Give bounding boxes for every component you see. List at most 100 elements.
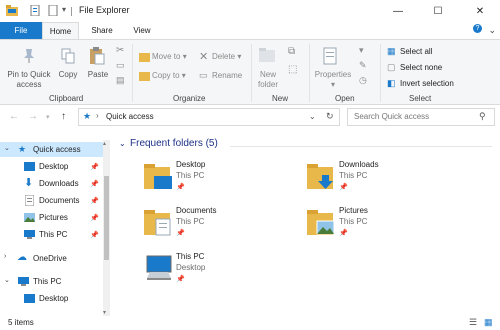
minimize-button[interactable]: — xyxy=(384,0,412,22)
tab-file[interactable]: File xyxy=(0,22,42,39)
new-folder-quick-icon[interactable] xyxy=(47,5,59,16)
properties-button[interactable]: Properties ▾ xyxy=(312,70,354,90)
nav-item-label: Desktop xyxy=(39,162,69,171)
nav-item-this-pc[interactable]: ⌄ This PC xyxy=(0,274,104,289)
copy-button[interactable]: Copy xyxy=(55,70,81,80)
back-arrow-icon[interactable]: ← xyxy=(9,111,19,122)
folder-location: This PC xyxy=(339,171,368,180)
folder-icon xyxy=(144,164,172,189)
nav-item-this-pc-pinned[interactable]: This PC 📌 xyxy=(0,227,104,242)
maximize-icon: ☐ xyxy=(433,5,443,17)
move-to-icon xyxy=(139,53,150,62)
address-dropdown-icon[interactable]: ⌄ xyxy=(309,112,316,121)
pictures-icon xyxy=(24,213,35,222)
pin-icon: 📌 xyxy=(176,230,185,237)
nav-item-label: Pictures xyxy=(39,213,68,222)
breadcrumb-chevron-icon[interactable]: › xyxy=(96,111,99,120)
nav-item-label: This PC xyxy=(33,277,62,286)
pin-icon: 📌 xyxy=(176,184,185,191)
nav-item-documents[interactable]: Documents 📌 xyxy=(0,193,104,208)
expand-chevron-icon[interactable]: › xyxy=(4,253,6,260)
tab-view[interactable]: View xyxy=(124,22,160,39)
section-collapse-icon[interactable]: ⌄ xyxy=(119,139,126,148)
download-arrow-icon: ⬇ xyxy=(24,177,34,189)
scroll-thumb[interactable] xyxy=(104,176,109,260)
rename-icon: ▭ xyxy=(199,70,208,80)
edit-icon[interactable]: ✎ xyxy=(359,60,367,71)
pin-icon: 📌 xyxy=(339,184,348,191)
copy-to-label: Copy to xyxy=(152,71,180,80)
up-arrow-icon[interactable]: ↑ xyxy=(61,111,66,122)
large-icons-view-icon[interactable]: ▦ xyxy=(484,317,493,328)
copy-path-icon[interactable]: ▭ xyxy=(116,60,125,71)
expand-chevron-icon[interactable]: ⌄ xyxy=(4,276,10,284)
pin-icon[interactable]: 📌 xyxy=(90,214,99,222)
invert-selection-button[interactable]: Invert selection xyxy=(400,79,454,89)
scroll-down-icon[interactable]: ▾ xyxy=(103,309,106,316)
copy-to-button[interactable]: Copy to ▾ xyxy=(152,71,186,81)
close-icon: ✕ xyxy=(475,5,485,17)
folder-tile-desktop[interactable]: Desktop This PC 📌 xyxy=(144,158,294,198)
nav-item-pictures[interactable]: Pictures 📌 xyxy=(0,210,104,225)
pin-icon[interactable]: 📌 xyxy=(90,231,99,239)
refresh-icon[interactable]: ↻ xyxy=(326,111,334,122)
open-icon[interactable]: ▾ xyxy=(359,45,364,56)
ribbon-home: Pin to Quick access Copy Paste ✂ ▭ ▤ Cli… xyxy=(0,39,500,105)
nav-item-this-pc-desktop[interactable]: Desktop xyxy=(0,291,104,306)
quick-access-toolbar-dropdown[interactable]: ▾ xyxy=(62,5,66,14)
forward-arrow-icon[interactable]: → xyxy=(28,111,38,122)
tab-home[interactable]: Home xyxy=(42,22,79,39)
delete-button[interactable]: Delete ▾ xyxy=(212,52,241,62)
pin-icon[interactable]: 📌 xyxy=(90,197,99,205)
paste-button[interactable]: Paste xyxy=(85,70,111,80)
maximize-button[interactable]: ☐ xyxy=(424,0,452,22)
nav-item-quick-access[interactable]: ⌄ ★ Quick access xyxy=(0,142,104,157)
new-folder-label-1: New xyxy=(259,70,276,79)
help-icon[interactable]: ? xyxy=(473,24,482,33)
history-icon[interactable]: ◷ xyxy=(359,75,367,86)
pin-to-quick-access-button[interactable]: Pin to Quick access xyxy=(5,70,53,90)
close-button[interactable]: ✕ xyxy=(466,0,494,22)
select-none-button[interactable]: Select none xyxy=(400,63,442,73)
folder-location: This PC xyxy=(176,171,205,180)
address-row: ← → ▾ ↑ ★ › Quick access ⌄ ↻ Search Quic… xyxy=(0,106,500,128)
section-divider xyxy=(230,146,492,147)
address-bar[interactable]: ★ › Quick access ⌄ ↻ xyxy=(78,108,340,126)
nav-item-desktop[interactable]: Desktop 📌 xyxy=(0,159,104,174)
nav-item-downloads[interactable]: ⬇ Downloads 📌 xyxy=(0,176,104,191)
pin-icon[interactable]: 📌 xyxy=(90,163,99,171)
group-separator xyxy=(251,44,252,102)
folder-location: This PC xyxy=(339,217,368,226)
title-bar: ▾ File Explorer — ☐ ✕ xyxy=(0,0,500,22)
rename-button[interactable]: Rename xyxy=(212,71,242,81)
nav-item-onedrive[interactable]: › ☁ OneDrive xyxy=(0,251,104,266)
organize-group-label: Organize xyxy=(173,94,206,103)
scroll-up-icon[interactable]: ▴ xyxy=(103,140,106,147)
select-all-button[interactable]: Select all xyxy=(400,47,432,57)
search-input[interactable]: Search Quick access ⚲ xyxy=(347,108,495,126)
cut-icon[interactable]: ✂ xyxy=(116,45,124,56)
folder-tile-pictures[interactable]: Pictures This PC 📌 xyxy=(307,204,457,244)
tab-share[interactable]: Share xyxy=(84,22,120,39)
new-item-icon[interactable]: ⧉ xyxy=(288,46,295,57)
folder-tile-documents[interactable]: Documents This PC 📌 xyxy=(144,204,294,244)
folder-tile-downloads[interactable]: Downloads This PC 📌 xyxy=(307,158,457,198)
new-group-label: New xyxy=(272,94,289,103)
details-view-icon[interactable]: ☰ xyxy=(469,317,477,328)
clipboard-group-label: Clipboard xyxy=(49,94,84,103)
pin-icon[interactable]: 📌 xyxy=(90,180,99,188)
properties-quick-icon[interactable] xyxy=(29,5,41,16)
ribbon-collapse-icon[interactable]: ⌄ xyxy=(488,25,496,36)
paste-icon xyxy=(90,47,105,65)
new-folder-button[interactable]: New folder xyxy=(253,70,283,90)
folder-name: Pictures xyxy=(339,206,368,215)
expand-chevron-icon[interactable]: ⌄ xyxy=(4,144,10,152)
computer-icon xyxy=(24,230,35,239)
paste-shortcut-icon[interactable]: ▤ xyxy=(116,75,125,86)
folder-tile-this-pc[interactable]: This PC Desktop 📌 xyxy=(144,250,294,290)
easy-access-icon[interactable]: ⬚ xyxy=(288,64,297,75)
move-to-button[interactable]: Move to ▾ xyxy=(152,52,187,62)
recent-locations-icon[interactable]: ▾ xyxy=(46,113,50,121)
nav-scrollbar[interactable]: ▴ ▾ xyxy=(103,140,110,316)
properties-icon xyxy=(323,47,337,65)
